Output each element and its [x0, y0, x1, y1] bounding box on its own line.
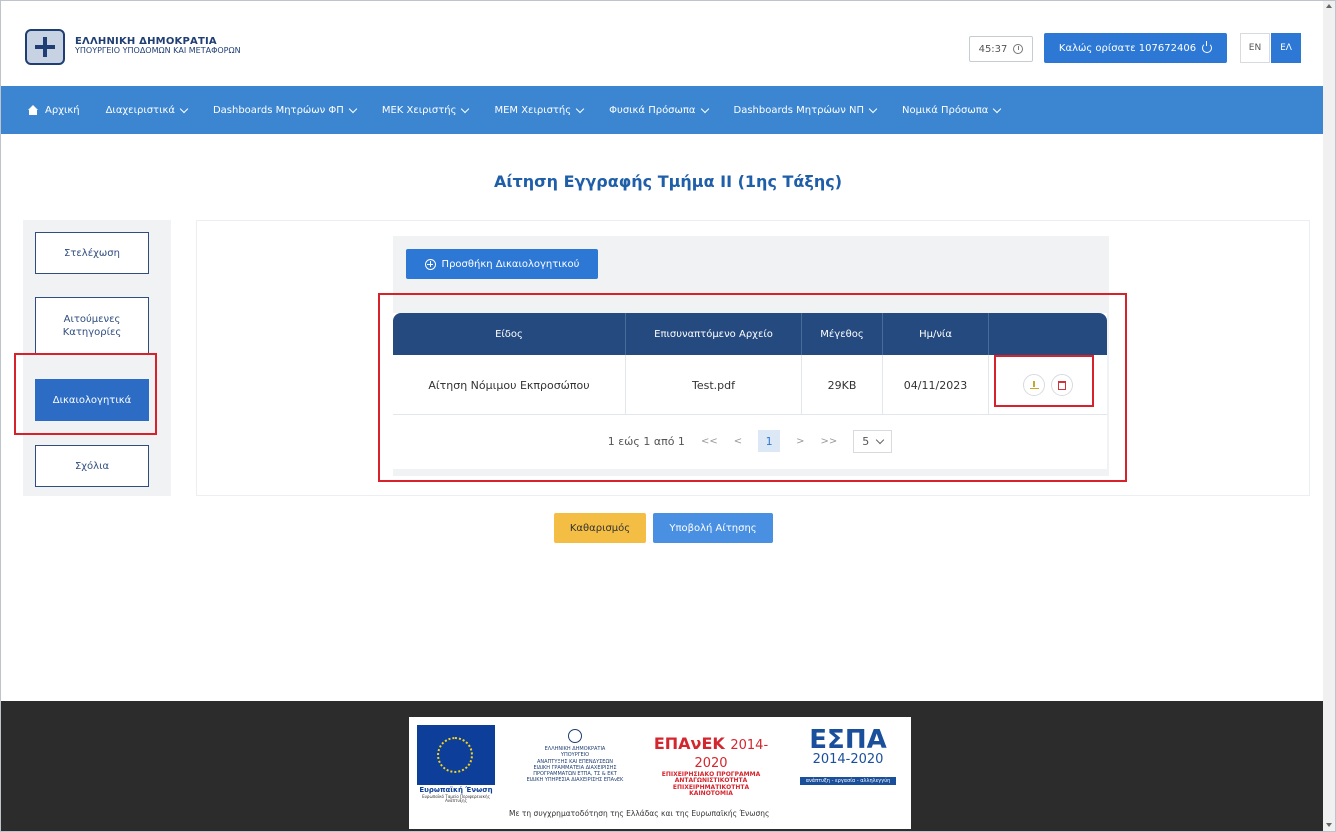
- chevron-down-icon: [700, 104, 709, 113]
- clear-button[interactable]: Καθαρισμός: [554, 513, 646, 543]
- sidebar-item-comments[interactable]: Σχόλια: [35, 445, 149, 487]
- page-title: Αίτηση Εγγραφής Τμήμα ΙΙ (1ης Τάξης): [493, 172, 843, 191]
- espa-title: ΕΣΠΑ: [809, 725, 887, 755]
- chevron-down-icon: [179, 104, 189, 113]
- nav-item-legal-persons[interactable]: Νομικά Πρόσωπα: [902, 104, 1002, 116]
- nav-item-dashboards-fp[interactable]: Dashboards Μητρώων ΦΠ: [212, 104, 358, 116]
- timer-value: 45:37: [978, 43, 1008, 55]
- nav-item-mem-operator[interactable]: ΜΕΜ Χειριστής: [494, 104, 585, 116]
- emblem-icon: [568, 729, 582, 743]
- nav-label: Dashboards Μητρώων ΝΠ: [733, 104, 865, 116]
- eu-flag: [417, 725, 495, 785]
- nav-item-home[interactable]: Αρχική: [27, 105, 80, 116]
- chevron-down-icon: [993, 104, 1002, 113]
- highlight-box-documents: [14, 353, 157, 435]
- scroll-up-icon[interactable]: [1326, 4, 1332, 8]
- nav-item-dashboards-np[interactable]: Dashboards Μητρώων ΝΠ: [733, 104, 878, 116]
- epanek-title: ΕΠΑνΕΚ: [653, 734, 725, 753]
- home-icon: [27, 105, 39, 115]
- nav-label: Dashboards Μητρώων ΦΠ: [212, 104, 344, 116]
- add-document-button[interactable]: Προσθήκη Δικαιολογητικού: [406, 249, 598, 279]
- epanek-line: ΚΑΙΝΟΤΟΜΙΑ: [689, 790, 733, 798]
- submit-application-button[interactable]: Υποβολή Αίτησης: [653, 513, 773, 543]
- session-timer: 45:37: [969, 36, 1033, 62]
- top-header: ΕΛΛΗΝΙΚΗ ΔΗΜΟΚΡΑΤΙΑ ΥΠΟΥΡΓΕΙΟ ΥΠΟΔΟΜΩΝ Κ…: [1, 1, 1335, 86]
- ministry-logo: ΕΛΛΗΝΙΚΗ ΔΗΜΟΚΡΑΤΙΑ ΥΠΟΥΡΓΕΙΟ ΑΝΑΠΤΥΞΗΣ …: [515, 729, 635, 784]
- funding-banner: Ευρωπαϊκή Ένωση Ευρωπαϊκό Ταμείο Περιφερ…: [409, 717, 911, 829]
- welcome-logout-button[interactable]: Καλώς ορίσατε 107672406: [1044, 33, 1227, 63]
- nav-label: Φυσικά Πρόσωπα: [609, 104, 696, 116]
- page-scrollbar[interactable]: [1323, 1, 1335, 831]
- nav-label: ΜΕΜ Χειριστής: [494, 104, 572, 116]
- eu-label: Ευρωπαϊκή Ένωση Ευρωπαϊκό Ταμείο Περιφερ…: [417, 786, 495, 804]
- nav-label: Διαχειριστικά: [105, 104, 175, 116]
- nav-label: Αρχική: [45, 104, 80, 116]
- chevron-down-icon: [348, 104, 358, 113]
- nav-item-natural-persons[interactable]: Φυσικά Πρόσωπα: [609, 104, 709, 116]
- chevron-down-icon: [575, 104, 585, 113]
- epanek-logo: ΕΠΑνΕΚ 2014-2020 ΕΠΙΧΕΙΡΗΣΙΑΚΟ ΠΡΟΓΡΑΜΜΑ…: [645, 735, 777, 798]
- main-nav: Αρχική Διαχειριστικά Dashboards Μητρώων …: [1, 86, 1335, 134]
- welcome-text: Καλώς ορίσατε 107672406: [1058, 42, 1197, 54]
- scroll-down-icon[interactable]: [1326, 823, 1332, 827]
- nav-item-mek-operator[interactable]: ΜΕΚ Χειριστής: [381, 104, 470, 116]
- add-document-label: Προσθήκη Δικαιολογητικού: [441, 258, 580, 270]
- chevron-down-icon: [461, 104, 470, 113]
- clock-icon: [1013, 44, 1024, 54]
- language-en-button[interactable]: EN: [1240, 33, 1270, 63]
- sidebar-item-staffing[interactable]: Στελέχωση: [35, 232, 149, 274]
- power-icon: [1202, 41, 1213, 53]
- espa-tagline: ανάπτυξη - εργασία - αλληλεγγύη: [799, 777, 897, 786]
- eu-stars-icon: [437, 737, 473, 773]
- sidebar-item-requested-categories[interactable]: Αιτούμενες Κατηγορίες: [35, 297, 149, 355]
- cross-emblem-icon: [35, 37, 55, 57]
- highlight-box-actions: [994, 355, 1094, 407]
- eu-title: Ευρωπαϊκή Ένωση: [419, 786, 493, 794]
- chevron-down-icon: [868, 104, 878, 113]
- nav-label: Νομικά Πρόσωπα: [902, 104, 989, 116]
- brand-subtitle: ΥΠΟΥΡΓΕΙΟ ΥΠΟΔΟΜΩΝ ΚΑΙ ΜΕΤΑΦΟΡΩΝ: [75, 46, 241, 55]
- government-logo[interactable]: [25, 29, 65, 65]
- eu-subtitle: Ευρωπαϊκό Ταμείο Περιφερειακής Ανάπτυξης: [422, 793, 490, 804]
- ministry-line: ΕΙΔΙΚΗ ΥΠΗΡΕΣΙΑ ΔΙΑΧΕΙΡΙΣΗΣ ΕΠΑνΕΚ: [526, 777, 624, 784]
- cofunding-text: Με τη συγχρηματοδότηση της Ελλάδας και τ…: [509, 809, 770, 818]
- espa-years: 2014-2020: [812, 752, 884, 767]
- nav-item-admin[interactable]: Διαχειριστικά: [105, 104, 189, 116]
- browser-page: ΕΛΛΗΝΙΚΗ ΔΗΜΟΚΡΑΤΙΑ ΥΠΟΥΡΓΕΙΟ ΥΠΟΔΟΜΩΝ Κ…: [0, 0, 1336, 832]
- epanek-title-row: ΕΠΑνΕΚ 2014-2020: [645, 735, 777, 772]
- brand[interactable]: ΕΛΛΗΝΙΚΗ ΔΗΜΟΚΡΑΤΙΑ ΥΠΟΥΡΓΕΙΟ ΥΠΟΔΟΜΩΝ Κ…: [75, 36, 241, 56]
- espa-logo: ΕΣΠΑ 2014-2020 ανάπτυξη - εργασία - αλλη…: [793, 727, 903, 786]
- language-el-button[interactable]: ΕΛ: [1271, 33, 1301, 63]
- nav-label: ΜΕΚ Χειριστής: [381, 104, 457, 116]
- plus-circle-icon: [424, 258, 436, 270]
